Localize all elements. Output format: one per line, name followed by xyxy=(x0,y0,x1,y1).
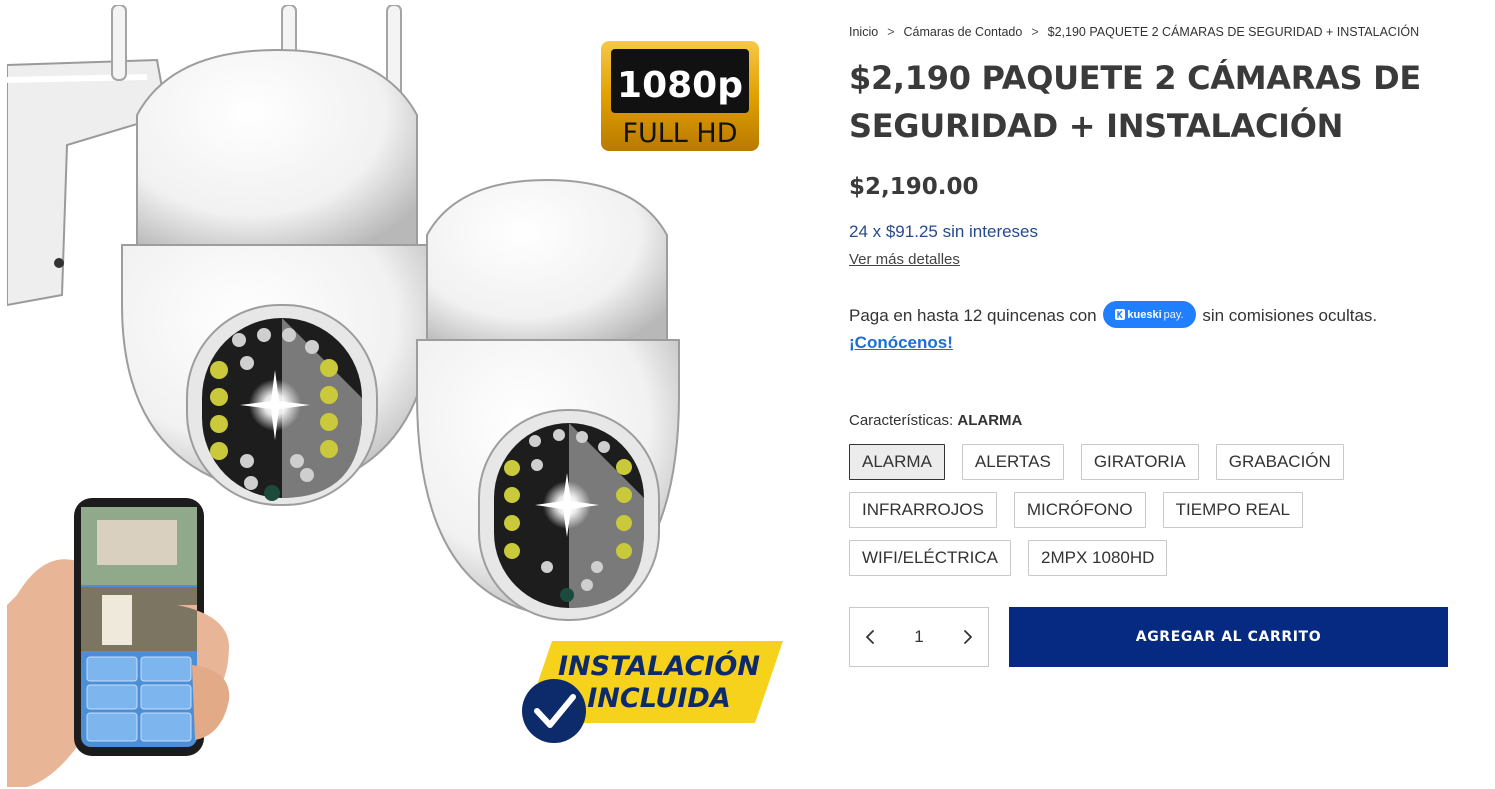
add-to-cart-button[interactable]: AGREGAR AL CARRITO xyxy=(1009,607,1448,667)
kueski-promo: Paga en hasta 12 quincenas con kueski pay… xyxy=(849,301,1449,356)
product-info-panel: Inicio > Cámaras de Contado > $2,190 PAQ… xyxy=(849,22,1449,667)
check-circle-icon xyxy=(522,679,586,743)
feature-option-tiempo-real[interactable]: TIEMPO REAL xyxy=(1162,492,1303,528)
kueski-badge-name: kueski xyxy=(1127,308,1162,321)
feature-option-alertas[interactable]: ALERTAS xyxy=(961,444,1064,480)
feature-option-alarma[interactable]: ALARMA xyxy=(849,444,945,480)
decrease-quantity-button[interactable] xyxy=(850,608,890,666)
product-photo: 1080p FULL HD INSTALACIÓN INCLUIDA xyxy=(7,5,783,787)
breadcrumb-current: $2,190 PAQUETE 2 CÁMARAS DE SEGURIDAD + … xyxy=(1047,25,1420,39)
banner-line2-text: INCLUIDA xyxy=(587,683,730,714)
breadcrumb-separator: > xyxy=(887,25,895,39)
breadcrumb-separator: > xyxy=(1031,25,1039,39)
chevron-left-icon xyxy=(866,630,874,644)
feature-options: ALARMA ALERTAS GIRATORIA GRABACIÓN INFRA… xyxy=(849,444,1369,576)
product-image[interactable]: 1080p FULL HD INSTALACIÓN INCLUIDA xyxy=(7,5,791,787)
feature-option-grabacion[interactable]: GRABACIÓN xyxy=(1215,444,1344,480)
quantity-value[interactable]: 1 xyxy=(890,627,948,647)
feature-option-giratoria[interactable]: GIRATORIA xyxy=(1080,444,1199,480)
feature-option-microfono[interactable]: MICRÓFONO xyxy=(1013,492,1146,528)
kueski-suffix: sin comisiones ocultas. xyxy=(1202,305,1378,325)
feature-option-2mpx[interactable]: 2MPX 1080HD xyxy=(1028,540,1168,576)
cart-row: 1 AGREGAR AL CARRITO xyxy=(849,607,1449,667)
increase-quantity-button[interactable] xyxy=(948,608,988,666)
kueski-logo-icon: kueski pay. xyxy=(1103,301,1196,328)
more-details-link[interactable]: Ver más detalles xyxy=(849,250,960,270)
breadcrumb: Inicio > Cámaras de Contado > $2,190 PAQ… xyxy=(849,22,1449,42)
kueski-prefix: Paga en hasta 12 quincenas con xyxy=(849,305,1097,325)
chevron-right-icon xyxy=(964,630,972,644)
installments-text: 24 x $91.25 sin intereses xyxy=(849,222,1039,241)
badge-resolution-text: 1080p xyxy=(617,65,743,106)
feature-option-wifi-electrica[interactable]: WIFI/ELÉCTRICA xyxy=(849,540,1012,576)
kueski-learn-more-link[interactable]: ¡Conócenos! xyxy=(849,330,1449,356)
installation-banner: INSTALACIÓN INCLUIDA xyxy=(522,641,783,743)
camera-right xyxy=(416,178,680,621)
phone-in-hand xyxy=(7,498,230,787)
full-hd-badge: 1080p FULL HD xyxy=(601,41,759,151)
camera-left xyxy=(121,48,433,506)
banner-line1-text: INSTALACIÓN xyxy=(558,650,760,682)
breadcrumb-category-link[interactable]: Cámaras de Contado xyxy=(904,25,1023,39)
kueski-k-icon xyxy=(1115,309,1126,320)
product-title: $2,190 PAQUETE 2 CÁMARAS DE SEGURIDAD + … xyxy=(849,59,1421,145)
quantity-stepper: 1 xyxy=(849,607,989,667)
features-label: Características: ALARMA xyxy=(849,411,1449,431)
feature-option-infrarrojos[interactable]: INFRARROJOS xyxy=(849,492,997,528)
breadcrumb-home-link[interactable]: Inicio xyxy=(849,25,878,39)
badge-fullhd-text: FULL HD xyxy=(622,118,737,149)
features-selected-value: ALARMA xyxy=(957,412,1023,429)
features-label-text: Características: xyxy=(849,412,954,429)
kueski-badge-suffix: pay. xyxy=(1163,308,1184,321)
product-price: $2,190.00 xyxy=(849,174,979,200)
